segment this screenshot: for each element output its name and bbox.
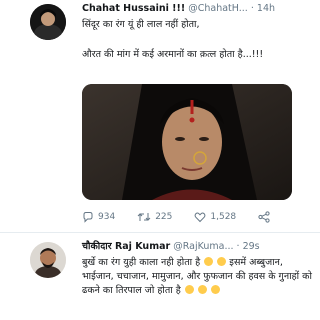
like-button[interactable]: 1,528	[194, 211, 236, 223]
display-name[interactable]: चौकीदार Raj Kumar	[82, 241, 170, 252]
avatar-raj-kumar[interactable]	[30, 242, 66, 278]
reply-icon	[83, 212, 93, 223]
avatar-chahat[interactable]	[30, 4, 66, 40]
separator-dot: ·	[250, 3, 254, 14]
tweet-1-photo[interactable]	[82, 84, 292, 200]
tweet-1-actions: 934 225 1,528	[82, 208, 302, 226]
share-button[interactable]	[258, 211, 270, 223]
display-name[interactable]: Chahat Hussaini !!!	[82, 3, 185, 14]
like-count: 1,528	[210, 212, 237, 222]
separator-dot: ·	[236, 241, 240, 252]
reply-button[interactable]: 934	[82, 211, 115, 223]
user-handle[interactable]: @ChahatH...	[188, 3, 248, 14]
user-handle[interactable]: @RajKuma...	[173, 241, 233, 252]
tweet-1-header: Chahat Hussaini !!! @ChahatH... · 14h	[82, 3, 275, 15]
share-icon	[258, 211, 270, 223]
thinking-face-emoji	[204, 257, 214, 266]
retweet-count: 225	[155, 212, 173, 222]
smiling-face-emoji	[217, 257, 227, 266]
tweet-2-text: बुर्खे का रंग युही काला नही होता है इसमे…	[82, 256, 314, 298]
tweet-2-header: चौकीदार Raj Kumar @RajKuma... · 29s	[82, 241, 260, 253]
reply-count: 934	[98, 212, 116, 222]
laughing-face-emoji	[184, 285, 194, 294]
tweet-2-text-part-1: बुर्खे का रंग युही काला नही होता है	[82, 257, 201, 268]
avatar-image	[30, 4, 66, 40]
tweet-1-text-line-1: सिंदूर का रंग यूं ही लाल नहीं होता,	[82, 19, 200, 30]
retweet-button[interactable]: 225	[137, 211, 172, 223]
timestamp[interactable]: 14h	[257, 3, 275, 14]
laughing-face-emoji	[210, 285, 220, 294]
tweet-1-text-line-2: औरत की मांग में कई अरमानों का क़त्ल होता…	[82, 49, 264, 60]
like-icon	[194, 212, 206, 223]
timestamp[interactable]: 29s	[243, 241, 260, 252]
laughing-face-emoji	[197, 285, 207, 294]
avatar-image	[30, 242, 66, 278]
woman-portrait-image	[82, 84, 292, 200]
retweet-icon	[137, 213, 151, 221]
